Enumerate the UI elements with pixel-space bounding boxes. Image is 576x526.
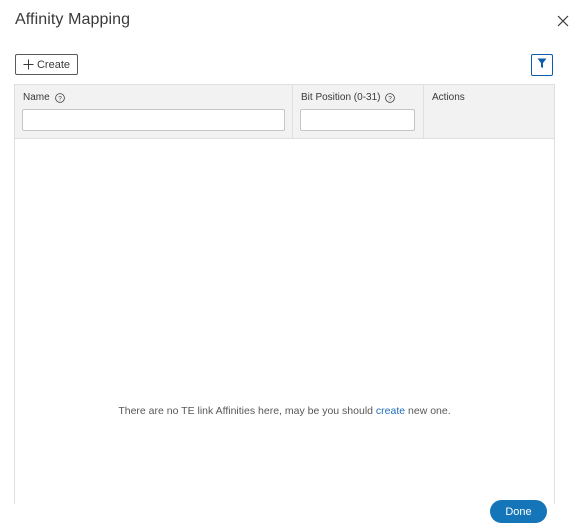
column-header-actions: Actions <box>424 85 554 139</box>
name-filter-input[interactable] <box>22 109 285 131</box>
column-bit-position-label: Bit Position (0-31) <box>301 92 381 103</box>
help-icon[interactable]: ? <box>54 92 65 103</box>
dialog-title: Affinity Mapping <box>15 11 131 28</box>
empty-message-text: There are no TE link Affinities here, ma… <box>118 405 376 417</box>
filter-button[interactable] <box>531 54 553 76</box>
affinity-mapping-dialog: Affinity Mapping Create Name ? Bit Posit… <box>0 0 576 526</box>
create-button[interactable]: Create <box>15 54 78 75</box>
svg-text:?: ? <box>389 95 393 102</box>
affinity-table: Name ? Bit Position (0-31) ? Actions The… <box>14 84 555 504</box>
column-header-bit-position: Bit Position (0-31) ? <box>293 85 424 139</box>
empty-message-suffix: new one. <box>405 405 451 417</box>
column-actions-label: Actions <box>432 92 465 103</box>
create-link[interactable]: create <box>376 405 405 417</box>
column-name-label: Name <box>23 92 50 103</box>
done-button[interactable]: Done <box>490 500 547 523</box>
close-icon[interactable] <box>556 14 570 28</box>
help-icon[interactable]: ? <box>385 92 396 103</box>
filter-icon <box>537 56 547 74</box>
table-header: Name ? Bit Position (0-31) ? Actions <box>15 85 554 139</box>
bit-position-filter-input[interactable] <box>300 109 415 131</box>
plus-icon <box>23 59 34 70</box>
create-button-label: Create <box>36 58 71 71</box>
column-header-name: Name ? <box>15 85 293 139</box>
svg-text:?: ? <box>58 95 62 102</box>
empty-state-message: There are no TE link Affinities here, ma… <box>15 405 554 417</box>
